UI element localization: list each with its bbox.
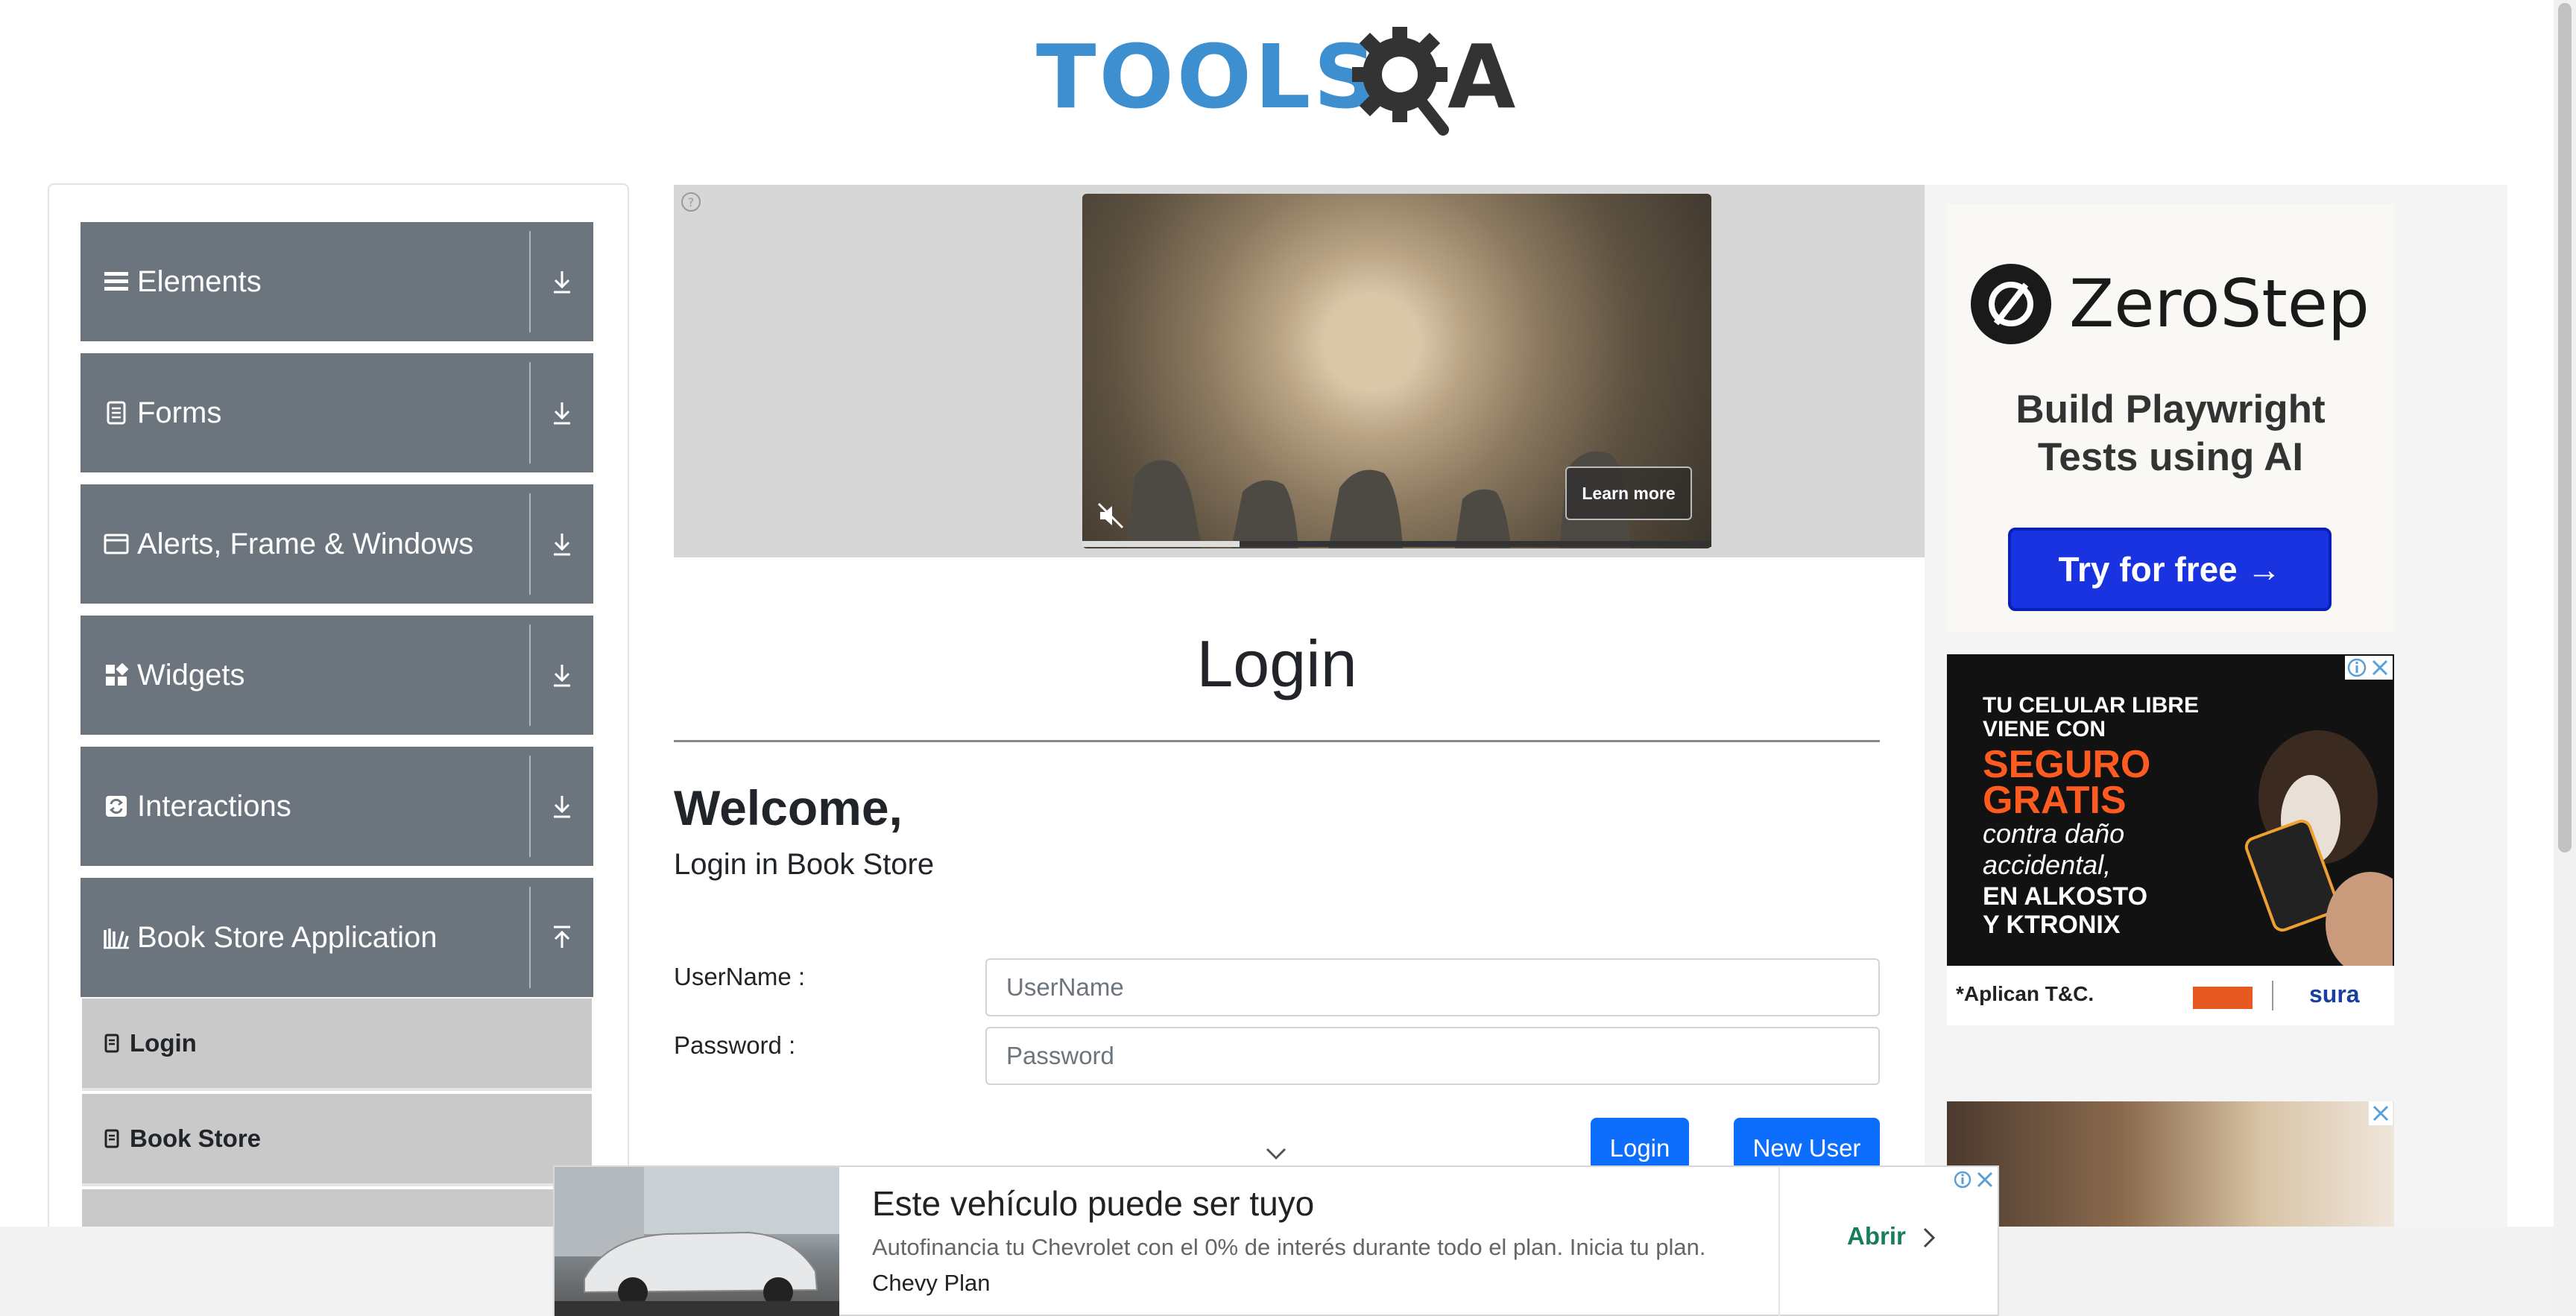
sidebar-group-label: Alerts, Frame & Windows bbox=[137, 527, 474, 560]
password-label: Password : bbox=[674, 1031, 796, 1059]
widgets-icon bbox=[103, 662, 130, 689]
sidebar-group-label: Book Store Application bbox=[137, 920, 438, 954]
bottom-ad-brand: Chevy Plan bbox=[872, 1270, 991, 1296]
page-title: Login bbox=[1196, 627, 1357, 700]
video-progress-fill bbox=[1082, 541, 1240, 547]
expand-arrow-icon[interactable] bbox=[531, 793, 593, 820]
book-icon bbox=[103, 1128, 121, 1149]
bottom-ad-title: Este vehículo puede ser tuyo bbox=[872, 1184, 1315, 1223]
abrir-label: Abrir bbox=[1847, 1222, 1906, 1250]
car-image bbox=[555, 1167, 839, 1316]
hamburger-icon bbox=[103, 268, 130, 295]
sidebar-group-forms[interactable]: Forms bbox=[80, 353, 593, 472]
logo-text-a: A bbox=[1448, 25, 1519, 128]
chevron-right-icon bbox=[1923, 1228, 1936, 1248]
expand-arrow-icon[interactable] bbox=[531, 399, 593, 426]
video-progress-bar[interactable] bbox=[1082, 541, 1711, 547]
celular-text: EN ALKOSTO bbox=[1983, 882, 2148, 911]
celular-text: VIENE CON bbox=[1983, 717, 2106, 741]
books-icon bbox=[103, 924, 130, 951]
divider bbox=[1778, 1167, 1780, 1316]
window-icon bbox=[103, 531, 130, 557]
alkosto-logo bbox=[2193, 987, 2253, 1009]
expand-arrow-icon[interactable] bbox=[531, 662, 593, 689]
zerostep-logo-icon bbox=[1971, 264, 2051, 344]
zerostep-tagline-line: Tests using AI bbox=[2037, 435, 2304, 479]
logo-text-tools: TOOLS bbox=[1036, 25, 1380, 128]
celular-ad-footer: *Aplican T&C. sura bbox=[1947, 966, 2394, 1025]
sidebar-group-label: Interactions bbox=[137, 789, 291, 823]
gear-magnifier-icon bbox=[1352, 27, 1449, 136]
collapse-arrow-icon[interactable] bbox=[531, 924, 593, 951]
celular-text: accidental, bbox=[1983, 850, 2112, 880]
divider bbox=[2272, 981, 2273, 1010]
sidebar-group-label: Widgets bbox=[137, 658, 245, 692]
document-icon bbox=[103, 399, 130, 426]
sidebar-item-label: Book Store bbox=[130, 1124, 262, 1152]
book-icon bbox=[103, 1033, 121, 1054]
username-input[interactable] bbox=[985, 958, 1880, 1016]
svg-text:?: ? bbox=[688, 195, 695, 209]
welcome-heading: Welcome, bbox=[674, 780, 903, 835]
sura-logo: sura bbox=[2309, 981, 2360, 1007]
interactions-icon bbox=[103, 793, 130, 820]
sidebar-group-book-store[interactable]: Book Store Application bbox=[80, 878, 593, 997]
title-divider bbox=[674, 740, 1880, 742]
mute-icon[interactable] bbox=[1096, 501, 1126, 531]
expand-arrow-icon[interactable] bbox=[531, 531, 593, 557]
welcome-subheading: Login in Book Store bbox=[674, 848, 935, 881]
zerostep-brand: ZeroStep bbox=[2069, 265, 2370, 342]
password-input[interactable] bbox=[985, 1027, 1880, 1085]
ad-choices[interactable] bbox=[2345, 656, 2393, 680]
sidebar-item-label: Login bbox=[130, 1029, 197, 1057]
zerostep-tagline: Build Playwright Tests using AI bbox=[1947, 386, 2394, 481]
scrollbar-thumb[interactable] bbox=[2558, 3, 2572, 852]
celular-highlight: GRATIS bbox=[1983, 779, 2127, 822]
ad-choices[interactable] bbox=[1951, 1168, 1998, 1191]
close-icon[interactable] bbox=[2369, 1101, 2393, 1125]
sidebar-group-label: Elements bbox=[137, 265, 262, 298]
sidebar-group-interactions[interactable]: Interactions bbox=[80, 747, 593, 866]
bottom-ad-description: Autofinancia tu Chevrolet con el 0% de i… bbox=[872, 1234, 1706, 1260]
expand-arrow-icon[interactable] bbox=[531, 268, 593, 295]
learn-more-button[interactable]: Learn more bbox=[1565, 466, 1692, 520]
celular-text: Y KTRONIX bbox=[1983, 911, 2121, 939]
sidebar: Elements Forms Alerts, Frame & Windows W… bbox=[48, 183, 629, 1316]
try-for-free-button[interactable]: Try for free → bbox=[2008, 528, 2332, 611]
sidebar-group-widgets[interactable]: Widgets bbox=[80, 616, 593, 735]
dog-with-phone-image bbox=[2244, 730, 2393, 966]
sidebar-group-alerts[interactable]: Alerts, Frame & Windows bbox=[80, 484, 593, 604]
abrir-button[interactable]: Abrir bbox=[1847, 1222, 1936, 1250]
chevron-down-icon[interactable] bbox=[1264, 1143, 1288, 1164]
celular-text: TU CELULAR LIBRE bbox=[1983, 693, 2199, 718]
terms-text: *Aplican T&C. bbox=[1956, 982, 2094, 1005]
sidebar-item-book-store[interactable]: Book Store bbox=[82, 1094, 592, 1186]
sidebar-group-label: Forms bbox=[137, 396, 222, 429]
toolsqa-logo[interactable]: TOOLS A bbox=[1036, 21, 1521, 140]
celular-text: contra daño bbox=[1983, 818, 2125, 849]
zerostep-tagline-line: Build Playwright bbox=[2015, 387, 2326, 431]
sidebar-item-login[interactable]: Login bbox=[82, 999, 592, 1091]
ad-info-icon[interactable]: ? bbox=[680, 191, 702, 213]
sidebar-group-elements[interactable]: Elements bbox=[80, 222, 593, 341]
username-label: UserName : bbox=[674, 963, 806, 990]
